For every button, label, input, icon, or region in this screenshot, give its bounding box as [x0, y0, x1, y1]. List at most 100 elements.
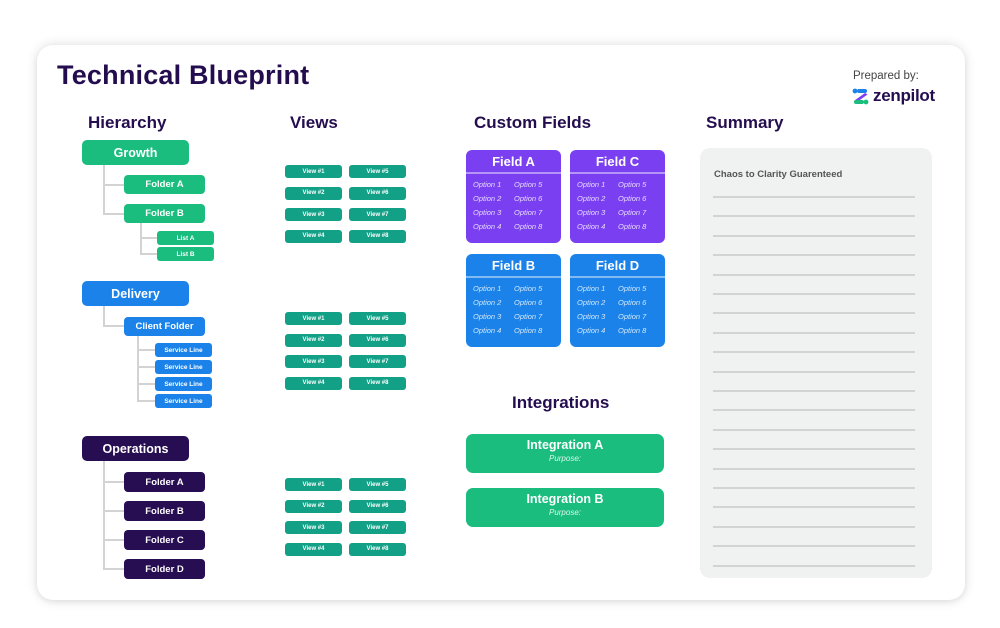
- summary-line: [713, 254, 915, 257]
- summary-panel[interactable]: Chaos to Clarity Guarenteed: [700, 148, 932, 578]
- space-growth[interactable]: Growth: [82, 140, 189, 165]
- field-option: Option 6: [514, 298, 543, 307]
- custom-field-card[interactable]: Field A Option 1 Option 5 Option 2 Option 6O…: [466, 150, 561, 243]
- folder-item[interactable]: Client Folder: [124, 317, 205, 336]
- view-button[interactable]: View #7: [349, 521, 406, 534]
- view-button[interactable]: View #5: [349, 312, 406, 325]
- list-item[interactable]: List A: [157, 231, 214, 245]
- summary-line: [713, 409, 915, 412]
- field-title: Field C: [570, 150, 665, 174]
- view-button[interactable]: View #6: [349, 186, 406, 200]
- view-button[interactable]: View #2: [285, 499, 342, 513]
- field-option: Option 7: [514, 312, 543, 321]
- view-button[interactable]: View #1: [285, 478, 342, 491]
- view-button[interactable]: View #6: [349, 499, 406, 513]
- views-heading: Views: [290, 113, 338, 132]
- field-option: Option 1: [473, 180, 502, 189]
- field-option: Option 5: [618, 180, 647, 189]
- custom-field-card[interactable]: Field B Option 1 Option 5 Option 2 Option 6O…: [466, 254, 561, 347]
- tree-connector: [103, 510, 125, 512]
- view-button[interactable]: View #3: [285, 208, 342, 221]
- field-option: Option 3: [473, 208, 502, 217]
- summary-line: [713, 293, 915, 295]
- view-button[interactable]: View #4: [285, 542, 342, 556]
- field-option: Option 5: [514, 284, 543, 293]
- tree-connector: [137, 349, 155, 351]
- view-button[interactable]: View #8: [349, 229, 406, 243]
- list-item[interactable]: Service Line: [155, 360, 212, 374]
- summary-line: [713, 428, 915, 431]
- field-title: Field D: [570, 254, 665, 278]
- field-option: Option 1: [473, 284, 502, 293]
- list-item[interactable]: Service Line: [155, 394, 212, 408]
- view-button[interactable]: View #8: [349, 542, 406, 556]
- field-option: Option 8: [514, 326, 543, 335]
- view-button[interactable]: View #4: [285, 376, 342, 390]
- view-button[interactable]: View #1: [285, 312, 342, 325]
- tree-connector: [103, 481, 125, 483]
- view-button[interactable]: View #5: [349, 478, 406, 491]
- integration-card[interactable]: Integration A Purpose:: [466, 434, 664, 473]
- field-option: Option 7: [618, 312, 647, 321]
- tree-connector: [103, 461, 105, 569]
- integration-purpose: Purpose:: [548, 508, 582, 517]
- folder-item[interactable]: Folder D: [124, 559, 205, 579]
- custom-field-card[interactable]: Field C Option 1 Option 5 Option 2 Option 6O…: [570, 150, 665, 243]
- list-item[interactable]: List B: [157, 247, 214, 261]
- field-options: Option 1 Option 5 Option 2 Option 6 Option 3…: [570, 174, 665, 232]
- brand-logo: zenpilot: [852, 86, 935, 106]
- view-button[interactable]: View #6: [349, 333, 406, 347]
- tree-connector: [137, 383, 155, 385]
- field-option: Option 6: [618, 298, 647, 307]
- summary-line: [713, 312, 915, 315]
- view-button[interactable]: View #2: [285, 186, 342, 200]
- custom-fields-heading: Custom Fields: [474, 113, 592, 132]
- field-option: Option 2: [577, 298, 606, 307]
- field-option: Option 2: [577, 194, 606, 203]
- summary-line: [713, 370, 915, 373]
- view-button[interactable]: View #2: [285, 333, 342, 347]
- field-title: Field B: [466, 254, 561, 278]
- summary-line: [713, 215, 915, 218]
- view-button[interactable]: View #7: [349, 355, 406, 368]
- folder-item[interactable]: Folder B: [124, 501, 205, 521]
- field-title: Field A: [466, 150, 561, 174]
- view-button[interactable]: View #3: [285, 355, 342, 368]
- field-option: Option 4: [473, 326, 502, 335]
- integration-card[interactable]: Integration B Purpose:: [466, 488, 664, 527]
- field-option: Option 7: [618, 208, 647, 217]
- integration-name: Integration B: [526, 492, 604, 506]
- tree-connector: [103, 539, 125, 541]
- field-option: Option 3: [577, 208, 606, 217]
- summary-line: [713, 234, 915, 237]
- space-operations[interactable]: Operations: [82, 436, 189, 461]
- view-button[interactable]: View #7: [349, 208, 406, 221]
- view-button[interactable]: View #5: [349, 165, 406, 178]
- folder-item[interactable]: Folder C: [124, 530, 205, 550]
- tree-connector: [137, 335, 139, 402]
- list-item[interactable]: Service Line: [155, 343, 212, 357]
- tree-connector: [103, 164, 105, 214]
- space-delivery[interactable]: Delivery: [82, 281, 189, 306]
- custom-field-card[interactable]: Field D Option 1 Option 5 Option 2 Option 6O…: [570, 254, 665, 347]
- folder-item[interactable]: Folder A: [124, 175, 205, 194]
- view-button[interactable]: View #3: [285, 521, 342, 534]
- summary-line: [713, 467, 915, 470]
- summary-line: [713, 390, 915, 392]
- field-option: Option 1: [577, 180, 606, 189]
- tree-connector: [140, 237, 158, 239]
- summary-heading: Summary: [706, 113, 784, 132]
- folder-item[interactable]: Folder A: [124, 472, 205, 492]
- summary-line: [713, 331, 915, 334]
- tree-connector: [137, 366, 155, 368]
- view-button[interactable]: View #8: [349, 376, 406, 390]
- view-button[interactable]: View #1: [285, 165, 342, 178]
- folder-item[interactable]: Folder B: [124, 204, 205, 223]
- summary-line: [713, 525, 915, 528]
- page-title: Technical Blueprint: [57, 60, 310, 90]
- view-button[interactable]: View #4: [285, 229, 342, 243]
- summary-line: [713, 351, 915, 354]
- list-item[interactable]: Service Line: [155, 377, 212, 391]
- integrations-heading: Integrations: [512, 393, 610, 412]
- summary-line: [713, 487, 915, 489]
